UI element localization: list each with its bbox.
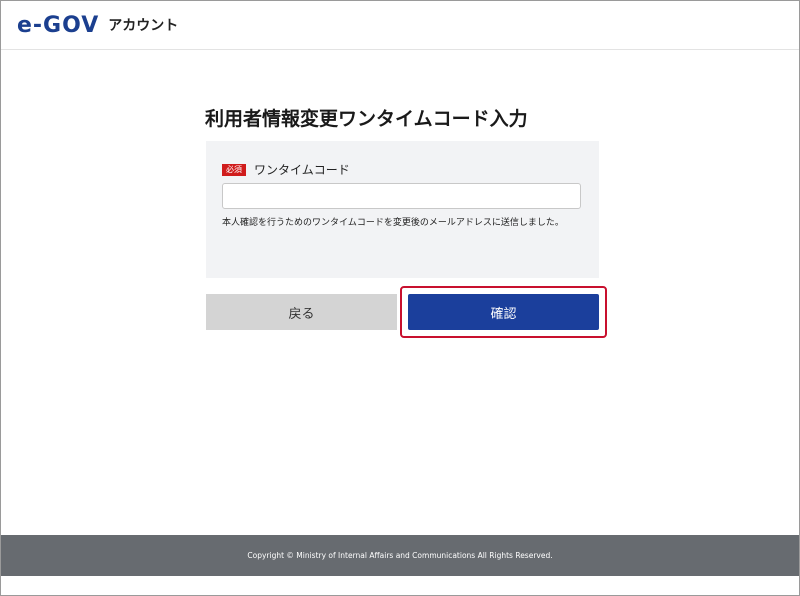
one-time-code-form-panel: 必須 ワンタイムコード 本人確認を行うためのワンタイムコードを変更後のメールアド… — [206, 141, 599, 278]
site-footer: Copyright © Ministry of Internal Affairs… — [1, 535, 799, 576]
one-time-code-input[interactable] — [222, 183, 581, 209]
egov-logo-mark: e-GOV — [17, 12, 100, 38]
egov-account-logo[interactable]: e-GOV アカウント — [17, 12, 178, 38]
field-label-row: 必須 ワンタイムコード — [222, 161, 350, 178]
required-badge: 必須 — [222, 163, 246, 176]
page-title: 利用者情報変更ワンタイムコード入力 — [205, 107, 528, 130]
confirm-button[interactable]: 確認 — [408, 294, 599, 330]
site-header: e-GOV アカウント — [1, 1, 799, 50]
back-button[interactable]: 戻る — [206, 294, 397, 330]
help-text: 本人確認を行うためのワンタイムコードを変更後のメールアドレスに送信しました。 — [222, 218, 564, 228]
logo-subtitle: アカウント — [108, 18, 179, 34]
browser-frame: e-GOV アカウント 利用者情報変更ワンタイムコード入力 必須 ワンタイムコー… — [0, 0, 800, 596]
one-time-code-label: ワンタイムコード — [254, 163, 350, 177]
copyright-text: Copyright © Ministry of Internal Affairs… — [247, 551, 553, 560]
